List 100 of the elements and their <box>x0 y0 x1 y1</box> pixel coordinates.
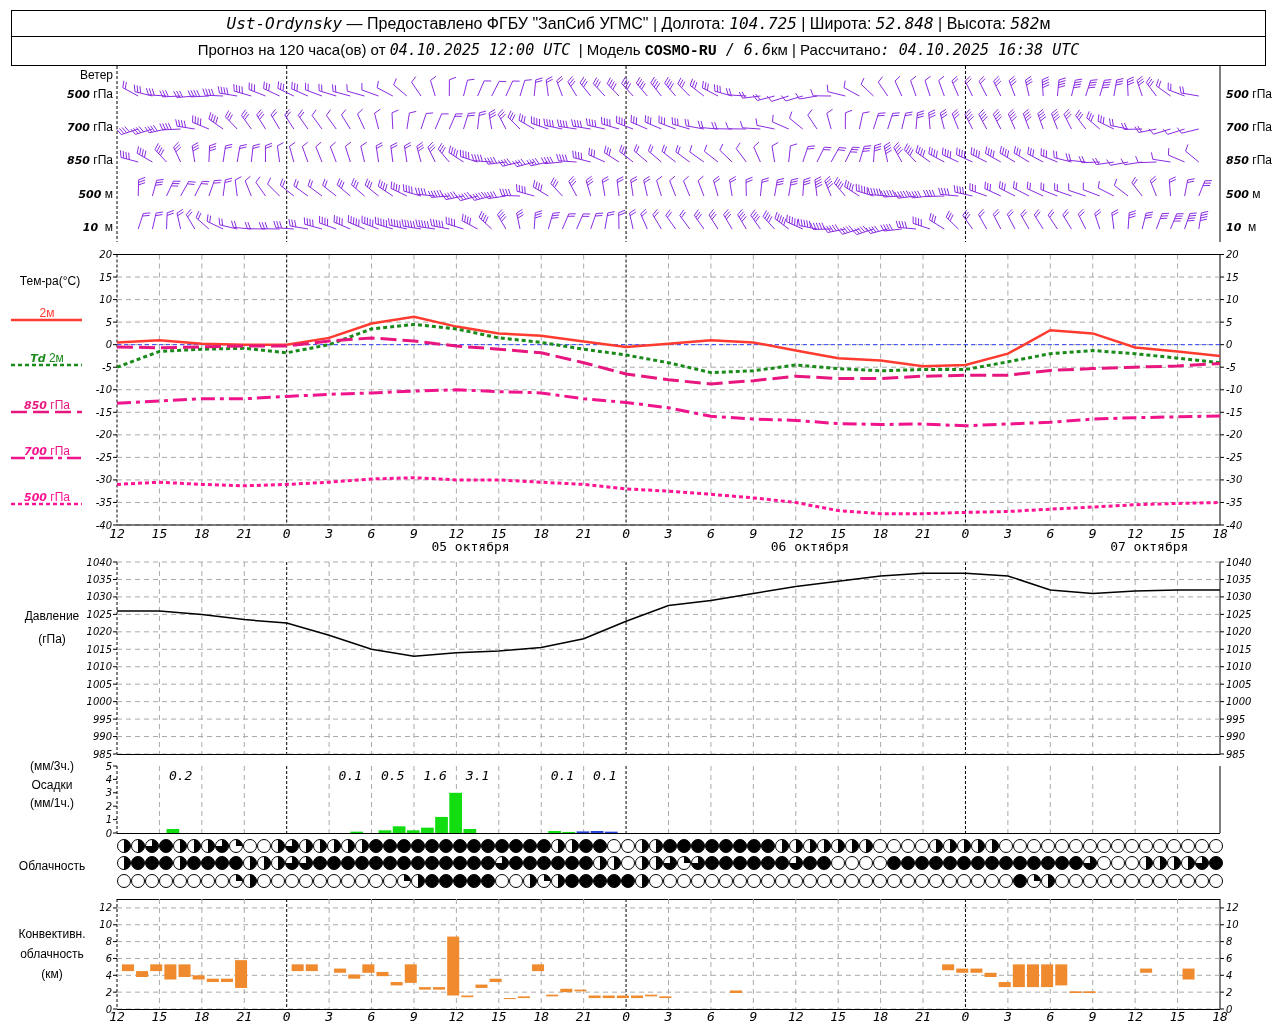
cloud-cover-icon <box>411 839 425 853</box>
axis-label: 12 <box>448 1009 465 1023</box>
level-label: 10 м <box>1226 220 1257 234</box>
cloud-cover-icon <box>1125 839 1139 853</box>
cloud-cover-icon <box>733 856 747 870</box>
cloud-cover-icon <box>747 856 761 870</box>
axis-label: 12 <box>787 526 804 541</box>
cloud-cover-icon <box>1069 856 1083 870</box>
axis-label: 12 <box>99 902 112 914</box>
axis-label: 985 <box>1226 748 1246 758</box>
axis-label: 9 <box>749 1009 758 1023</box>
axis-label: 10 <box>99 294 112 306</box>
cloud-cover-icon <box>299 856 313 870</box>
level-label: 500 гПа <box>67 87 113 101</box>
cloud-cover-icon <box>523 874 537 888</box>
cloud-cover-icon <box>943 839 957 853</box>
axis-label: 995 <box>1226 713 1246 725</box>
cloud-cover-icon <box>579 856 593 870</box>
axis-label: 21 <box>575 1009 592 1023</box>
cloud-cover-icon <box>495 856 509 870</box>
axis-label: 20 <box>99 249 112 260</box>
cloud-cover-icon <box>929 856 943 870</box>
axis-label: 3 <box>325 1009 334 1023</box>
cloud-bar <box>121 964 134 972</box>
cloud-cover-icon <box>117 856 131 870</box>
cloud-cover-icon <box>145 874 159 888</box>
cloud-cover-icon <box>943 874 957 888</box>
cloud-cover-icon <box>929 839 943 853</box>
axis-label: 1020 <box>1226 626 1252 638</box>
cloud-cover-icon <box>453 839 467 853</box>
legend-label: 850 гПа <box>24 398 70 412</box>
cloud-cover-icon <box>481 856 495 870</box>
axis-label: 1025 <box>86 608 112 620</box>
cloud-cover-icon <box>1055 874 1069 888</box>
axis-label: 12 <box>1127 526 1143 541</box>
date-label: 07 октября <box>1110 539 1189 554</box>
axis-label: 0 <box>1226 1003 1233 1015</box>
cloud-cover-icon <box>1013 856 1027 870</box>
cloud-cover-icon <box>467 839 481 853</box>
cloud-cover-icon <box>1181 874 1195 888</box>
cloud-cover-icon <box>579 874 593 888</box>
cloud-cover-icon <box>943 856 957 870</box>
legend-swatch <box>11 410 82 414</box>
axis-label: 4 <box>105 969 112 981</box>
cloud-cover-icon <box>355 839 369 853</box>
cloud-cover-icon <box>999 874 1013 888</box>
axis-label: 20 <box>1226 249 1239 260</box>
axis-label: 0 <box>282 1009 291 1023</box>
section-label: Тем-ра(°C) <box>19 274 81 288</box>
level-label: 700 гПа <box>67 120 113 134</box>
cloud-cover-icon <box>523 856 537 870</box>
cloud-cover-icon <box>677 839 691 853</box>
cloud-cover-icon <box>845 856 859 870</box>
axis-label: 1005 <box>1226 678 1252 690</box>
cloud-cover-icon <box>1139 874 1153 888</box>
section-label: Осадки <box>31 778 73 792</box>
cloud-cover-icon <box>117 839 131 853</box>
cloud-cover-icon <box>761 839 775 853</box>
axis-label: -15 <box>1226 406 1243 418</box>
cloud-cover-icon <box>705 874 719 888</box>
axis-label: 21 <box>575 526 592 541</box>
cloud-cover-icon <box>663 874 677 888</box>
cloud-cover-icon <box>201 839 215 853</box>
cloud-cover-icon <box>859 839 873 853</box>
axis-label: 9 <box>1088 1009 1097 1023</box>
axis-label: 18 <box>194 526 210 541</box>
cloud-bar <box>235 960 248 988</box>
axis-label: -10 <box>1226 384 1243 396</box>
axis-label: 15 <box>491 1009 507 1023</box>
axis-label: 6 <box>707 1009 715 1023</box>
cloud-cover-icon <box>425 839 439 853</box>
legend-swatch <box>11 318 82 322</box>
cloud-cover-icon <box>999 839 1013 853</box>
cloud-cover-icon <box>1013 874 1027 888</box>
axis-label: 6 <box>1046 526 1055 541</box>
axis-label: 21 <box>915 1009 931 1023</box>
cloud-cover-icon <box>551 874 565 888</box>
axis-label: 21 <box>915 526 931 541</box>
cloud-cover-icon <box>649 874 663 888</box>
cloud-cover-icon <box>509 856 523 870</box>
legend-swatch <box>11 502 82 506</box>
axis-label: 15 <box>1169 1009 1186 1023</box>
axis-label: 990 <box>92 731 112 743</box>
axis-label: -35 <box>95 496 112 508</box>
axis-label: 18 <box>872 1009 889 1023</box>
cloud-cover-icon <box>901 856 915 870</box>
cloud-cover-icon <box>551 856 565 870</box>
cloud-cover-icon <box>397 856 411 870</box>
cloud-cover-icon <box>495 874 509 888</box>
cloud-cover-icon <box>1027 874 1041 888</box>
cloud-cover-icon <box>1195 839 1209 853</box>
cloud-cover-icon <box>1027 856 1041 870</box>
cloud-cover-icon <box>831 874 845 888</box>
legend-label: 700 гПа <box>24 444 70 458</box>
cloud-cover-icon <box>873 856 887 870</box>
cloud-cover-icon <box>355 874 369 888</box>
axis-label: 1 <box>105 814 112 826</box>
axis-label: 1035 <box>86 573 112 585</box>
cloud-cover-icon <box>383 839 397 853</box>
axis-label: 12 <box>1226 902 1239 914</box>
